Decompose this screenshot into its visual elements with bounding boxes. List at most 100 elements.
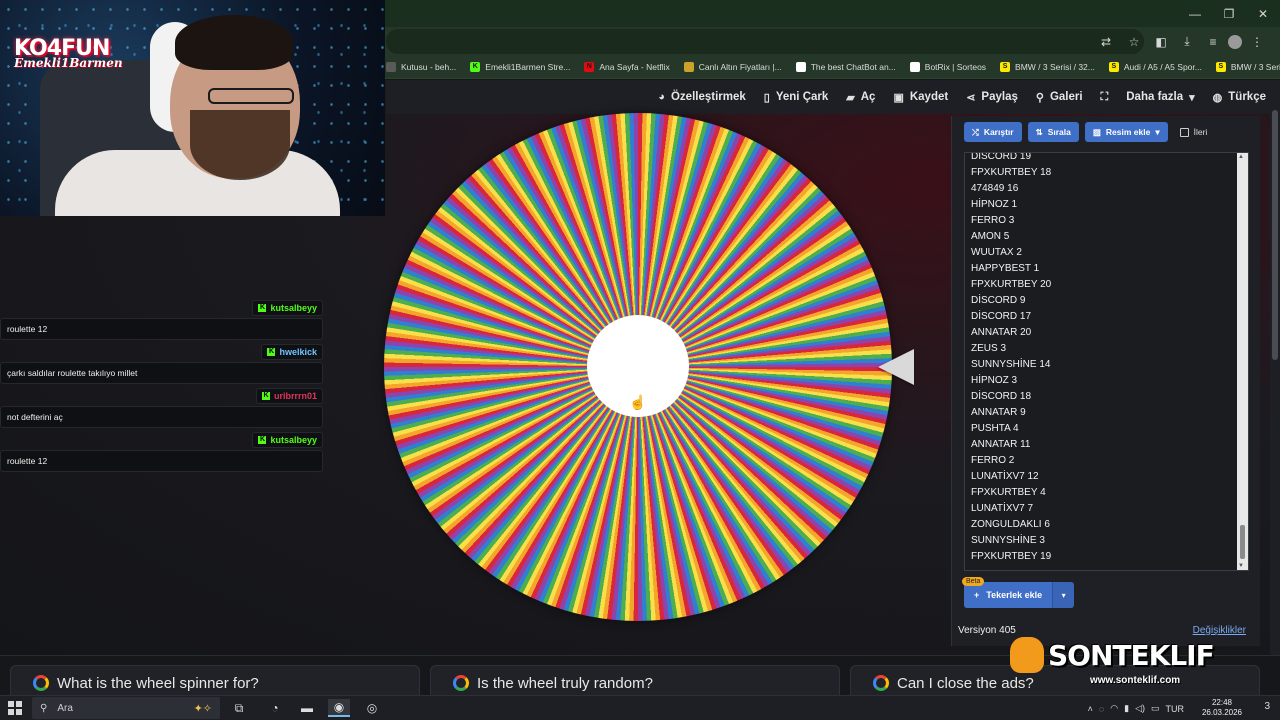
google-icon [453,675,469,691]
entry-line: HAPPYBEST 1 [971,263,1040,274]
minimize-button[interactable]: — [1178,0,1212,27]
kick-icon: K [261,392,270,400]
edge-icon[interactable]: ◔ [264,699,286,717]
chrome-icon[interactable]: ◉ [328,699,350,717]
image-icon: ▨ [1092,126,1101,137]
file-explorer-icon[interactable]: ▬ [296,699,318,717]
entry-line: SUNNYSHİNE 14 [971,359,1051,370]
address-bar-icons: ⇄ ☆ [1095,29,1145,54]
taskbar-search[interactable]: ⚲ Ara ✦✧ [32,697,220,719]
address-bar[interactable] [386,29,1144,54]
close-button[interactable]: ✕ [1246,0,1280,27]
entries-textarea[interactable]: DİSCORD 19 FPXKURTBEY 18 474849 16 HİPNOZ 1… [964,152,1249,571]
entry-line: LUNATİXV7 7 [971,503,1034,514]
entries-list: DİSCORD 19 FPXKURTBEY 18 474849 16 HİPNOZ 1… [965,153,1235,565]
channel-logo-subtitle: Emekli1Barmen [14,56,123,70]
scroll-down-icon[interactable]: ▼ [1238,563,1244,569]
shuffle-button[interactable]: ⤮ Karıştır [964,122,1022,142]
menu-icon[interactable]: ⋮ [1246,31,1268,53]
profile-avatar[interactable] [1228,34,1242,49]
microphone-icon[interactable]: ▮ [1124,703,1129,714]
open-button[interactable]: ▰ Aç [846,91,875,104]
advanced-checkbox[interactable]: İleri [1179,127,1207,137]
entry-line: DİSCORD 17 [971,311,1032,322]
bookmark-favicon-icon [795,62,806,72]
entry-line: HİPNOZ 3 [971,375,1018,386]
bookmark-item[interactable]: S Audi / A5 / A5 Spor... [1108,62,1202,72]
checkbox-box[interactable] [1179,127,1189,137]
extensions-icon[interactable]: ◧ [1150,31,1172,53]
bookmark-item[interactable]: K Emekli1Barmen Stre... [470,62,570,72]
bookmark-item[interactable]: N Ana Sayfa - Netflix [584,62,670,72]
page-scrollbar-thumb[interactable] [1272,110,1278,360]
customize-button[interactable]: ◕ Özelleştirmek [658,91,745,103]
search-icon: ⚲ [40,702,48,714]
taskbar-clock[interactable]: 22:48 26.03.2026 [1202,698,1242,718]
fullscreen-icon: ⛶ [1100,90,1109,103]
faq-question: What is the wheel spinner for? [57,674,259,692]
windows-start-icon[interactable] [8,701,22,715]
tray-app-icon[interactable]: ◌ [1099,704,1104,714]
chat-username: Kuribrrrn01 [255,388,323,404]
bookmark-item[interactable]: BotRix | Sorteos [909,62,986,72]
search-icon: ⚲ [1035,91,1044,104]
bookmark-label: Audi / A5 / A5 Spor... [1123,62,1202,72]
language-indicator[interactable]: TUR [1166,704,1185,714]
share-button[interactable]: ⋖ Paylaş [966,91,1018,104]
restore-button[interactable]: ❐ [1212,0,1246,27]
window-controls: — ❐ ✕ [1178,0,1280,27]
bookmark-item[interactable]: The best ChatBot an... [795,62,896,72]
notification-count: 3 [1264,701,1270,712]
fullscreen-button[interactable]: ⛶ [1101,91,1109,104]
chevron-down-icon: ▾ [1155,126,1160,137]
sort-icon: ⇅ [1035,126,1043,137]
bookmark-star-icon[interactable]: ☆ [1123,31,1145,53]
add-wheel-button-group: + Tekerlek ekle ▾ [964,582,1075,608]
bookmark-favicon-icon: S [1215,62,1226,72]
chat-username: Khwelkick [261,344,323,360]
entry-line: AMON 5 [971,231,1010,242]
add-wheel-label: Tekerlek ekle [986,590,1043,600]
chat-username: Kkutsalbeyy [252,300,323,316]
add-image-button[interactable]: ▨ Resim ekle ▾ [1084,122,1168,142]
more-menu[interactable]: Daha fazla ▾ [1126,91,1194,104]
bookmark-item[interactable]: S BMW / 3 Serisi / 32... [1215,62,1280,72]
reading-list-icon[interactable]: ≡ [1202,31,1224,53]
language-menu[interactable]: ◍ Türkçe [1213,91,1266,104]
bookmark-item[interactable]: S BMW / 3 Serisi / 32... [1000,62,1095,72]
chat-username: Kkutsalbeyy [252,432,323,448]
scroll-up-icon[interactable]: ▲ [1238,154,1244,160]
volume-icon[interactable]: ◁) [1135,703,1145,714]
notification-icon[interactable]: 3 [1264,701,1270,712]
chat-username-text: kutsalbeyy [270,435,317,445]
entry-line: FPXKURTBEY 4 [971,487,1046,498]
more-label: Daha fazla [1126,91,1184,103]
entries-scrollbar[interactable]: ▲ ▼ [1237,153,1248,570]
version-label: Versiyon 405 [958,625,1016,636]
wheel-pointer-arrow [878,349,914,385]
task-view-icon[interactable]: ⧉ [228,699,250,717]
scrollbar-thumb[interactable] [1240,525,1245,559]
entry-line: WUUTAX 2 [971,247,1022,258]
add-wheel-dropdown[interactable]: ▾ [1052,582,1075,608]
wifi-icon[interactable]: ◠ [1110,703,1118,714]
sort-button[interactable]: ⇅ Sırala [1027,122,1079,142]
bookmark-item[interactable]: Kutusu - beh... [386,62,456,72]
bookmark-favicon-icon [909,62,920,72]
save-button[interactable]: ▣ Kaydet [893,91,948,104]
translate-icon[interactable]: ⇄ [1095,31,1117,53]
page-scrollbar[interactable] [1270,80,1280,655]
download-icon[interactable]: ⤓ [1176,31,1198,53]
browser-actions: ◧ ⤓ ≡ ⋮ [1150,29,1268,54]
add-image-label: Resim ekle [1105,127,1151,137]
entry-line: ZEUS 3 [971,343,1007,354]
entry-line: ANNATAR 9 [971,407,1026,418]
search-placeholder: Ara [57,702,73,714]
battery-icon[interactable]: ▭ [1151,703,1160,714]
tray-chevron-up-icon[interactable]: ˄ [1088,704,1093,714]
obs-icon[interactable]: ◎ [361,699,383,717]
gallery-button[interactable]: ⚲ Galeri [1036,91,1083,104]
new-wheel-button[interactable]: ▯ Yeni Çark [764,91,828,104]
chat-text: çarkı saldılar roulette takılıyo millet [0,362,323,384]
bookmark-item[interactable]: Canlı Altın Fiyatları |... [683,62,782,72]
